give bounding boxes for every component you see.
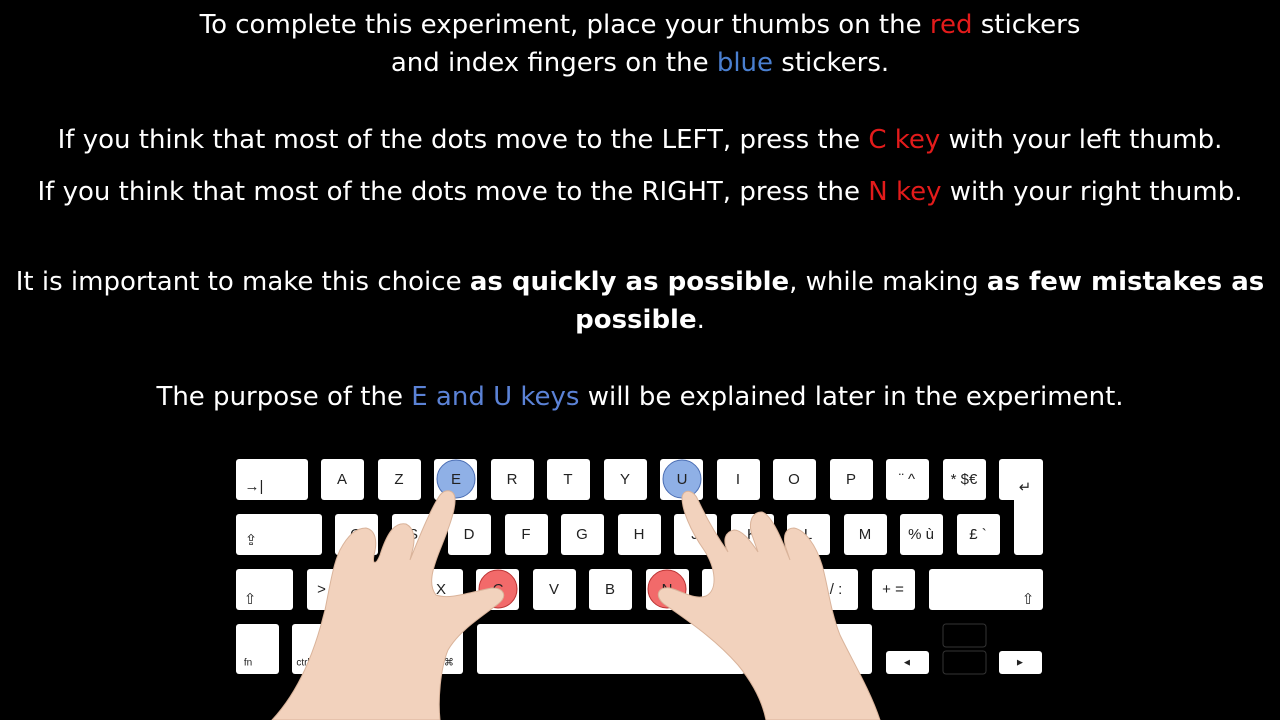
svg-text:U: U: [677, 471, 688, 488]
svg-text:D: D: [464, 526, 475, 543]
svg-text:F: F: [521, 526, 530, 543]
svg-text:G: G: [576, 526, 588, 543]
key-arrow-up: [942, 623, 987, 648]
keyboard-illustration: →| A Z E R T Y U I O P ¨ ^ * $€ ↵ ⇪ Q S …: [236, 459, 1043, 720]
svg-text:P: P: [846, 471, 856, 488]
svg-text:B: B: [605, 581, 615, 598]
key-enter: [999, 459, 1043, 555]
svg-text:→|: →|: [245, 478, 264, 495]
svg-text:+ =: + =: [882, 581, 904, 598]
svg-text:* $€: * $€: [951, 471, 978, 488]
svg-text:I: I: [736, 471, 740, 488]
key-fn: [236, 624, 279, 674]
svg-text:O: O: [788, 471, 800, 488]
svg-text:⇪: ⇪: [245, 532, 258, 549]
svg-text:R: R: [507, 471, 518, 488]
svg-text:% ù: % ù: [908, 526, 934, 543]
svg-text:A: A: [337, 471, 347, 488]
svg-text:T: T: [563, 471, 572, 488]
svg-text:Y: Y: [620, 471, 630, 488]
svg-text:⇧: ⇧: [1022, 591, 1035, 608]
svg-text:V: V: [549, 581, 559, 598]
svg-text:M: M: [859, 526, 872, 543]
svg-text:¨ ^: ¨ ^: [899, 471, 915, 488]
svg-text:£ `: £ `: [969, 526, 987, 543]
svg-text:Z: Z: [394, 471, 403, 488]
svg-text:/ :: / :: [830, 581, 843, 598]
svg-text:fn: fn: [244, 658, 252, 669]
svg-text:↵: ↵: [1019, 479, 1032, 496]
svg-text:◄: ◄: [902, 658, 912, 669]
key-arrow-down: [942, 650, 987, 675]
svg-text:►: ►: [1015, 658, 1025, 669]
svg-text:E: E: [451, 471, 461, 488]
svg-text:⇧: ⇧: [244, 591, 257, 608]
svg-text:H: H: [634, 526, 645, 543]
